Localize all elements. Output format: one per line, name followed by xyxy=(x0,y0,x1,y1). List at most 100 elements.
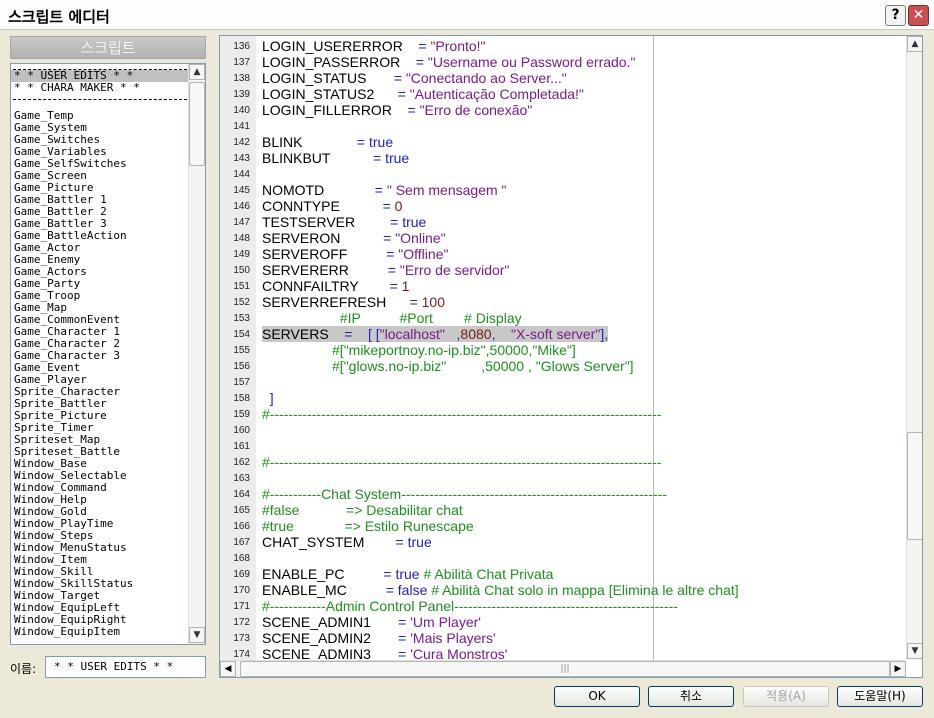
script-list-item[interactable]: Game_Temp xyxy=(11,110,189,122)
code-line[interactable]: 172 SCENE_ADMIN1 = 'Um Player' xyxy=(220,614,906,630)
code-line[interactable]: 169 ENABLE_PC = true # Abilità Chat Priva… xyxy=(220,566,906,582)
script-list-item[interactable]: Window_EquipItem xyxy=(11,626,189,638)
help-icon[interactable]: ? xyxy=(885,5,906,26)
script-list-item[interactable]: Window_Steps xyxy=(11,530,189,542)
code-line[interactable]: 171 #------------Admin Control Panel-----… xyxy=(220,598,906,614)
code-line[interactable]: 173 SCENE_ADMIN2 = 'Mais Players' xyxy=(220,630,906,646)
script-list-item[interactable]: Game_Switches xyxy=(11,134,189,146)
script-list-item[interactable]: Window_PlayTime xyxy=(11,518,189,530)
script-list-item[interactable]: Game_Map xyxy=(11,302,189,314)
script-list-item[interactable]: Game_Variables xyxy=(11,146,189,158)
code-line[interactable]: 153 #IP #Port # Display xyxy=(220,310,906,326)
scroll-left-icon[interactable]: ◀ xyxy=(220,661,236,677)
editor-vertical-scrollbar[interactable]: ▲ ▼ xyxy=(906,36,922,660)
code-line[interactable]: 170 ENABLE_MC = false # Abilità Chat solo… xyxy=(220,582,906,598)
code-line[interactable]: 165 #false => Desabilitar chat xyxy=(220,502,906,518)
script-list-item[interactable]: Game_Battler 2 xyxy=(11,206,189,218)
script-list-item[interactable]: Sprite_Battler xyxy=(11,398,189,410)
script-list-item[interactable]: Window_Command xyxy=(11,482,189,494)
script-list-item[interactable]: Window_Base xyxy=(11,458,189,470)
scroll-up-icon[interactable]: ▲ xyxy=(907,36,922,52)
code-line[interactable]: 159 #------------------------------------… xyxy=(220,406,906,422)
script-list-item[interactable]: Game_Screen xyxy=(11,170,189,182)
script-list-item[interactable]: Window_Target xyxy=(11,590,189,602)
code-line[interactable]: 136 LOGIN_USERERROR = "Pronto!" xyxy=(220,38,906,54)
script-list[interactable]: * * USER EDITS * * * * CHARA MAKER * * Gam… xyxy=(10,63,206,645)
code-line[interactable]: 142 BLINK = true xyxy=(220,134,906,150)
code-line[interactable]: 145 NOMOTD = " Sem mensagem " xyxy=(220,182,906,198)
script-list-item[interactable]: Window_MenuStatus xyxy=(11,542,189,554)
scroll-down-icon[interactable]: ▼ xyxy=(907,643,922,659)
script-list-item[interactable]: Window_SkillStatus xyxy=(11,578,189,590)
code-line[interactable]: 138 LOGIN_STATUS = "Conectando ao Server.… xyxy=(220,70,906,86)
script-list-item[interactable]: Game_System xyxy=(11,122,189,134)
code-line[interactable]: 154 SERVERS = [ ["localhost" ,8080, "X-so… xyxy=(220,326,906,342)
scroll-down-icon[interactable]: ▼ xyxy=(189,627,205,643)
code-editor[interactable]: 136 LOGIN_USERERROR = "Pronto!" 137 LOGIN_P… xyxy=(219,35,923,678)
script-list-item[interactable]: Window_Help xyxy=(11,494,189,506)
cancel-button[interactable]: 취소 xyxy=(648,686,734,707)
code-line[interactable]: 140 LOGIN_FILLERROR = "Erro de conexão" xyxy=(220,102,906,118)
script-list-item[interactable]: Game_Actor xyxy=(11,242,189,254)
ok-button[interactable]: OK xyxy=(554,686,640,707)
script-list-item[interactable]: Game_Player xyxy=(11,374,189,386)
code-line[interactable]: 162 #------------------------------------… xyxy=(220,454,906,470)
script-list-item[interactable]: Window_Selectable xyxy=(11,470,189,482)
script-list-item[interactable]: Game_Actors xyxy=(11,266,189,278)
scroll-thumb[interactable] xyxy=(189,82,205,166)
code-line[interactable]: 150 SERVERERR = "Erro de servidor" xyxy=(220,262,906,278)
code-line[interactable]: 156 #["glows.no-ip.biz" ,50000 , "Glows … xyxy=(220,358,906,374)
script-list-item[interactable]: Spriteset_Battle xyxy=(11,446,189,458)
script-list-item[interactable]: Window_Gold xyxy=(11,506,189,518)
script-list-item[interactable]: Game_BattleAction xyxy=(11,230,189,242)
script-list-item[interactable]: Sprite_Timer xyxy=(11,422,189,434)
scroll-right-icon[interactable]: ▶ xyxy=(890,661,906,677)
script-list-item[interactable]: Game_Character 3 xyxy=(11,350,189,362)
code-line[interactable]: 163 xyxy=(220,470,906,486)
code-line[interactable]: 151 CONNFAILTRY = 1 xyxy=(220,278,906,294)
code-line[interactable]: 141 xyxy=(220,118,906,134)
script-list-item[interactable]: Window_Skill xyxy=(11,566,189,578)
script-list-item[interactable]: Sprite_Picture xyxy=(11,410,189,422)
script-list-item[interactable]: * * USER EDITS * * xyxy=(11,70,189,82)
code-line[interactable]: 144 xyxy=(220,166,906,182)
script-list-item[interactable]: Spriteset_Map xyxy=(11,434,189,446)
script-list-item[interactable]: Game_Enemy xyxy=(11,254,189,266)
code-line[interactable]: 166 #true => Estilo Runescape xyxy=(220,518,906,534)
code-line[interactable]: 157 xyxy=(220,374,906,390)
script-list-item[interactable]: Window_EquipRight xyxy=(11,614,189,626)
script-list-item[interactable] xyxy=(11,100,189,110)
code-line[interactable]: 155 #["mikeportnoy.no-ip.biz",50000,"Mik… xyxy=(220,342,906,358)
code-line[interactable]: 147 TESTSERVER = true xyxy=(220,214,906,230)
script-list-item[interactable]: * * CHARA MAKER * * xyxy=(11,82,189,94)
code-line[interactable]: 149 SERVEROFF = "Offline" xyxy=(220,246,906,262)
code-line[interactable]: 160 xyxy=(220,422,906,438)
code-line[interactable]: 148 SERVERON = "Online" xyxy=(220,230,906,246)
script-list-item[interactable]: Game_Character 1 xyxy=(11,326,189,338)
script-list-item[interactable]: Game_Troop xyxy=(11,290,189,302)
name-field[interactable]: * * USER EDITS * * xyxy=(45,656,206,678)
script-list-item[interactable]: Game_Party xyxy=(11,278,189,290)
code-line[interactable]: 139 LOGIN_STATUS2 = "Autenticação Complet… xyxy=(220,86,906,102)
script-list-item[interactable]: Game_Event xyxy=(11,362,189,374)
script-list-item[interactable]: Game_Battler 3 xyxy=(11,218,189,230)
script-list-item[interactable]: Window_EquipLeft xyxy=(11,602,189,614)
code-line[interactable]: 152 SERVERREFRESH = 100 xyxy=(220,294,906,310)
script-list-item[interactable]: Game_Battler 1 xyxy=(11,194,189,206)
scroll-up-icon[interactable]: ▲ xyxy=(189,64,205,80)
code-line[interactable]: 146 CONNTYPE = 0 xyxy=(220,198,906,214)
code-line[interactable]: 143 BLINKBUT = true xyxy=(220,150,906,166)
help-button[interactable]: 도움말(H) xyxy=(837,686,923,707)
scroll-thumb[interactable] xyxy=(907,432,922,540)
close-icon[interactable]: ✕ xyxy=(908,5,929,26)
apply-button[interactable]: 적용(A) xyxy=(743,686,829,707)
script-list-item[interactable]: Game_SelfSwitches xyxy=(11,158,189,170)
script-list-item[interactable]: Game_CommonEvent xyxy=(11,314,189,326)
code-line[interactable]: 164 #-----------Chat System--------------… xyxy=(220,486,906,502)
editor-horizontal-scrollbar[interactable]: ◀ ||| ▶ xyxy=(220,660,906,677)
code-line[interactable]: 167 CHAT_SYSTEM = true xyxy=(220,534,906,550)
code-line[interactable]: 168 xyxy=(220,550,906,566)
code-line[interactable]: 158 ] xyxy=(220,390,906,406)
script-list-item[interactable]: Game_Picture xyxy=(11,182,189,194)
script-list-scrollbar[interactable]: ▲ ▼ xyxy=(188,64,205,644)
